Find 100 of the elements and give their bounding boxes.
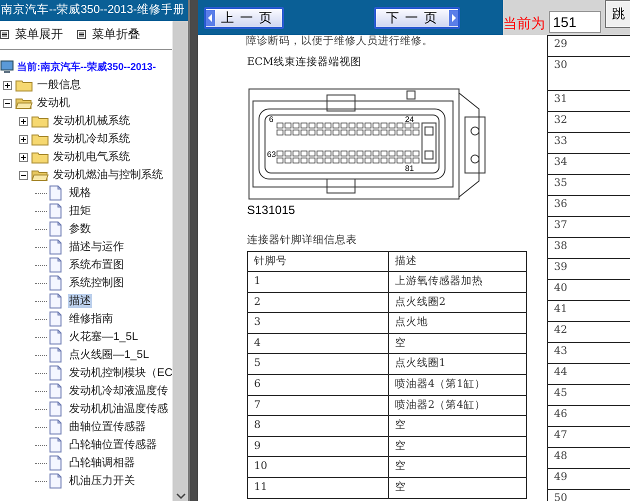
- table-cell: 上游氧传感器加热: [388, 272, 526, 292]
- folder-icon: [31, 114, 49, 128]
- expander-icon[interactable]: [3, 80, 12, 90]
- expander-icon[interactable]: [19, 152, 28, 162]
- table-cell: 2: [248, 292, 388, 313]
- pin-label: 63: [267, 150, 276, 159]
- table-cell: 47: [548, 426, 630, 448]
- table-cell: 48: [548, 448, 630, 468]
- table-cell: 44: [548, 364, 630, 384]
- tree-item-label[interactable]: 曲轴位置传感器: [68, 420, 147, 434]
- next-page-button[interactable]: 下一页: [374, 6, 460, 28]
- tree-item-label[interactable]: 发动机冷却系统: [52, 132, 131, 146]
- table-cell: 11: [248, 478, 388, 498]
- folder-icon: [31, 132, 49, 146]
- table-cell: 点火地: [388, 312, 526, 334]
- table-cell: 点火线圈2: [388, 292, 526, 313]
- list-icon: [0, 30, 9, 38]
- tree-item-label[interactable]: 描述: [68, 294, 92, 308]
- table-cell: 空: [388, 416, 526, 436]
- tree-item-label[interactable]: 发动机冷却液温度传: [68, 384, 169, 398]
- table-cell: 5: [248, 354, 388, 375]
- menu-button[interactable]: 菜单展开: [0, 25, 63, 43]
- folder-icon: [31, 168, 49, 182]
- table-cell: 空: [388, 478, 526, 498]
- tree-root-label: 当前:南京汽车--荣威350--2013-: [17, 60, 156, 74]
- expander-icon[interactable]: [19, 116, 28, 126]
- table-cell: 49: [548, 468, 630, 490]
- computer-icon: [0, 60, 14, 74]
- table-cell: 31: [548, 90, 630, 112]
- tree-item-label[interactable]: 凸轮轴调相器: [68, 456, 136, 470]
- tree-item-label[interactable]: 发动机燃油与控制系统: [52, 168, 164, 182]
- table-cell: 34: [548, 154, 630, 174]
- folder-icon: [15, 78, 33, 92]
- window-title: 南京汽车--荣威350--2013-维修手册: [0, 0, 188, 21]
- column-header: 针脚号: [248, 251, 388, 272]
- expander-icon[interactable]: [19, 170, 28, 180]
- table-cell: 10: [248, 456, 388, 478]
- tree-item-label[interactable]: 发动机: [36, 96, 71, 110]
- table-cell: 45: [548, 384, 630, 406]
- table-cell: 喷油器4（第1缸）: [388, 374, 526, 396]
- table-cell: 37: [548, 216, 630, 238]
- table-cell: 42: [548, 322, 630, 342]
- folder-icon: [31, 150, 49, 164]
- table-cell: 空: [388, 333, 526, 354]
- column-header: 描述: [388, 251, 526, 272]
- table-cell: 9: [248, 436, 388, 457]
- table-cell: 1: [248, 272, 388, 292]
- table-cell: 36: [548, 196, 630, 216]
- table-cell: 35: [548, 174, 630, 196]
- go-button[interactable]: 跳: [605, 0, 630, 28]
- figure-heading: ECM线束连接器端视图: [247, 55, 362, 70]
- pin-label: 81: [405, 164, 414, 173]
- tree-item-label[interactable]: 点火线圈—1_5L: [68, 348, 150, 362]
- table-cell: 38: [548, 238, 630, 258]
- tree-item-label[interactable]: 凸轮轴位置传感器: [68, 438, 158, 452]
- table-cell: 7: [248, 395, 388, 416]
- tree-item-label[interactable]: 系统控制图: [68, 276, 125, 290]
- list-icon: [77, 30, 86, 38]
- text-line: 障诊断码，以便于维修人员进行维修。: [246, 35, 434, 49]
- folder-icon: [15, 96, 33, 110]
- tree-item-label[interactable]: 一般信息: [36, 78, 82, 92]
- tree-item-label[interactable]: 火花塞—1_5L: [68, 330, 140, 344]
- tree-item-label[interactable]: 发动机控制模块（EC: [68, 366, 172, 380]
- table-cell: 空: [388, 436, 526, 457]
- menu-button[interactable]: 菜单折叠: [77, 25, 140, 43]
- tree-item-label[interactable]: 扭矩: [68, 204, 92, 218]
- table-cell: 46: [548, 406, 630, 426]
- table-cell: 33: [548, 132, 630, 154]
- table-cell: 30: [548, 56, 630, 90]
- expander-icon[interactable]: [19, 134, 28, 144]
- current-page-label: 当前为: [503, 14, 545, 33]
- tree-item-label[interactable]: 发动机机械系统: [52, 114, 131, 128]
- tree-item-label[interactable]: 维修指南: [68, 312, 114, 326]
- expander-icon[interactable]: [3, 98, 12, 108]
- tree-item-label[interactable]: 发动机机油温度传感: [68, 402, 169, 416]
- table-cell: 8: [248, 416, 388, 436]
- table-cell: 43: [548, 342, 630, 364]
- previous-page-button[interactable]: 上一页: [204, 6, 284, 28]
- table-cell: 3: [248, 312, 388, 334]
- table-cell: 41: [548, 300, 630, 322]
- table-cell: 32: [548, 112, 630, 132]
- figure-code: S131015: [247, 202, 296, 219]
- table-cell: 喷油器2（第4缸）: [388, 395, 526, 416]
- tree-item-label[interactable]: 系统布置图: [68, 258, 125, 272]
- table-title: 连接器针脚详细信息表: [247, 232, 358, 248]
- table-cell: 6: [248, 374, 388, 396]
- table-cell: 4: [248, 333, 388, 354]
- table-cell: 39: [548, 258, 630, 280]
- pin-label: 24: [405, 114, 414, 124]
- tree-item-label[interactable]: 机油压力开关: [68, 474, 136, 488]
- table-cell: 29: [548, 36, 630, 56]
- tree-item-label[interactable]: 描述与运作: [68, 240, 125, 254]
- table-cell: 空: [388, 456, 526, 478]
- pin-label: 6: [269, 114, 274, 124]
- scrollbar[interactable]: [172, 21, 188, 501]
- table-cell: 40: [548, 280, 630, 300]
- tree-item-label[interactable]: 发动机电气系统: [52, 150, 131, 164]
- page-input[interactable]: 151: [549, 10, 601, 32]
- tree-item-label[interactable]: 规格: [68, 186, 92, 200]
- tree-item-label[interactable]: 参数: [68, 222, 92, 236]
